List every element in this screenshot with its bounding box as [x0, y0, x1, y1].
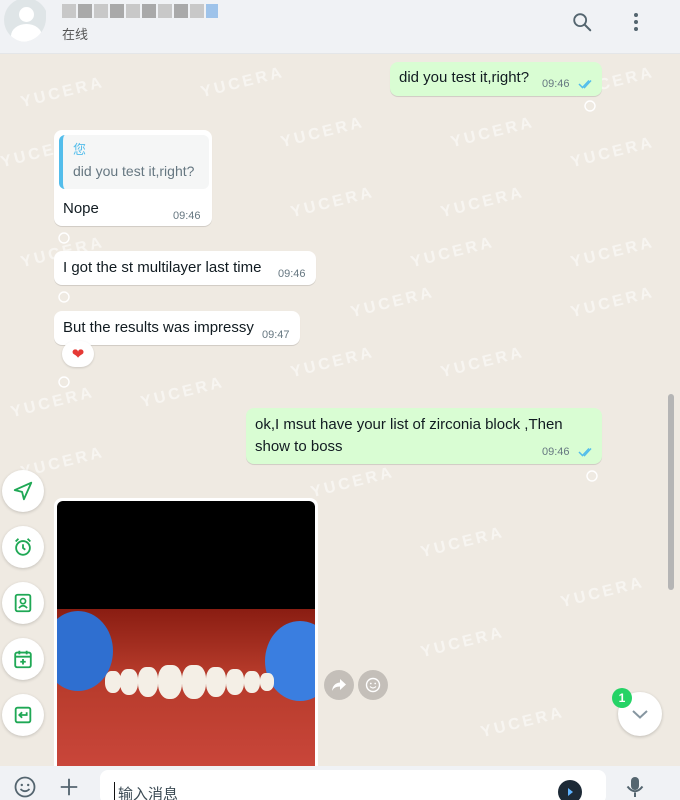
composer-bar: 输入消息	[0, 766, 680, 800]
watermark: YUCERA	[569, 233, 657, 272]
ai-icon[interactable]	[558, 780, 582, 800]
watermark: YUCERA	[199, 63, 287, 102]
watermark: YUCERA	[569, 283, 657, 322]
chat-area[interactable]: YUCERA YUCERA YUCERA YUCERA YUCERA YUCER…	[0, 54, 680, 766]
read-receipt-icon	[578, 447, 592, 457]
more-vertical-icon[interactable]	[622, 8, 650, 36]
contact-status: 在线	[62, 27, 89, 42]
quote-author: 您	[73, 142, 87, 157]
read-receipt-icon	[578, 79, 592, 89]
alarm-clock-icon[interactable]	[2, 526, 44, 568]
watermark: YUCERA	[419, 523, 507, 562]
dental-photo[interactable]	[57, 501, 315, 766]
reply-icon[interactable]	[2, 694, 44, 736]
watermark: YUCERA	[419, 623, 507, 662]
watermark: YUCERA	[9, 383, 97, 422]
react-icon[interactable]	[584, 470, 600, 482]
message-time: 09:46	[542, 446, 570, 458]
message-bubble-incoming[interactable]: But the results was impressy 09:47	[54, 311, 300, 345]
contact-name-redacted[interactable]	[62, 4, 222, 20]
unread-count-badge: 1	[612, 688, 632, 708]
message-image[interactable]	[54, 498, 318, 766]
message-text: I got the st multilayer last time	[63, 259, 262, 276]
watermark: YUCERA	[289, 183, 377, 222]
react-icon[interactable]	[582, 100, 598, 112]
watermark: YUCERA	[559, 573, 647, 612]
watermark: YUCERA	[409, 233, 497, 272]
watermark: YUCERA	[479, 703, 567, 742]
quote-text: did you test it,right?	[73, 163, 195, 179]
watermark: YUCERA	[309, 463, 397, 502]
emoji-icon[interactable]	[12, 774, 38, 800]
message-bubble-incoming[interactable]: 您 did you test it,right? Nope 09:46	[54, 130, 212, 226]
watermark: YUCERA	[349, 283, 437, 322]
message-input[interactable]: 输入消息	[100, 770, 606, 800]
heart-reaction-icon[interactable]: ❤	[62, 341, 94, 367]
message-bubble-outgoing[interactable]: did you test it,right? 09:46	[390, 62, 602, 96]
plus-icon[interactable]	[56, 774, 82, 800]
text-caret	[114, 782, 115, 800]
contact-avatar[interactable]	[0, 0, 46, 42]
forward-icon[interactable]	[324, 670, 354, 700]
watermark: YUCERA	[19, 73, 107, 112]
watermark: YUCERA	[289, 343, 377, 382]
react-icon[interactable]	[56, 291, 72, 303]
message-text: did you test it,right?	[399, 69, 530, 86]
watermark: YUCERA	[279, 113, 367, 152]
calendar-plus-icon[interactable]	[2, 638, 44, 680]
react-icon[interactable]	[56, 376, 72, 388]
message-bubble-outgoing[interactable]: ok,I msut have your list of zirconia blo…	[246, 408, 602, 464]
send-icon[interactable]	[2, 470, 44, 512]
message-time: 09:46	[173, 210, 201, 222]
watermark: YUCERA	[439, 183, 527, 222]
message-input-placeholder: 输入消息	[118, 786, 179, 800]
message-bubble-incoming[interactable]: I got the st multilayer last time 09:46	[54, 251, 316, 285]
quoted-message[interactable]: 您 did you test it,right?	[59, 135, 209, 189]
message-text-line1: ok,I msut have your list of zirconia blo…	[255, 416, 563, 433]
microphone-icon[interactable]	[622, 774, 648, 800]
chat-header: 在线	[0, 0, 680, 54]
message-text: Nope	[63, 200, 99, 217]
search-icon[interactable]	[568, 8, 596, 36]
message-text: But the results was impressy	[63, 319, 254, 336]
emoji-react-icon[interactable]	[358, 670, 388, 700]
contact-card-icon[interactable]	[2, 582, 44, 624]
watermark: YUCERA	[139, 373, 227, 412]
message-time: 09:47	[262, 329, 290, 341]
watermark: YUCERA	[449, 113, 537, 152]
react-icon[interactable]	[56, 232, 72, 244]
message-time: 09:46	[278, 268, 306, 280]
watermark: YUCERA	[439, 343, 527, 382]
watermark: YUCERA	[569, 133, 657, 172]
chat-scrollbar[interactable]	[668, 394, 674, 590]
message-text-line2: show to boss	[255, 438, 343, 455]
message-time: 09:46	[542, 78, 570, 90]
